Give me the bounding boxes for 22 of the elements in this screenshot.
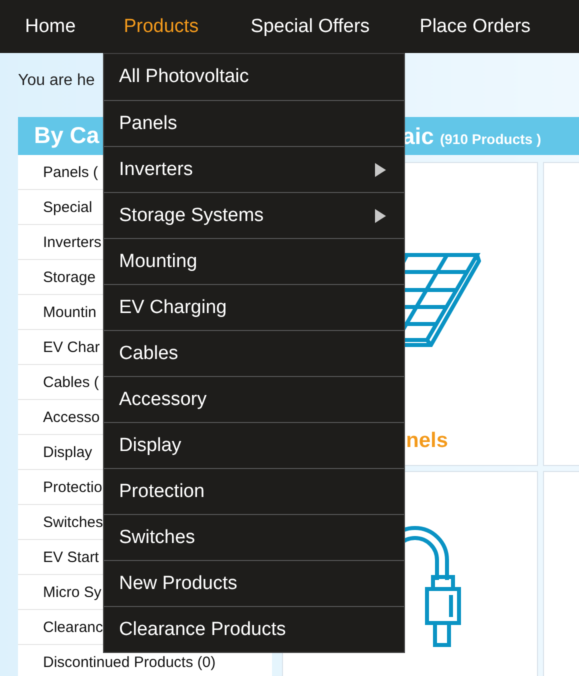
menu-item[interactable]: Switches — [104, 514, 404, 560]
nav-link[interactable]: Special Offers — [250, 16, 370, 38]
menu-item[interactable]: Storage Systems — [104, 192, 404, 238]
menu-item[interactable]: All Photovoltaic — [104, 54, 404, 100]
menu-item[interactable]: Clearance Products — [104, 606, 404, 652]
nav-link[interactable]: Home — [25, 16, 76, 38]
product-count: (910 Products ) — [440, 131, 542, 147]
menu-item[interactable]: EV Charging — [104, 284, 404, 330]
menu-item[interactable]: New Products — [104, 560, 404, 606]
submenu-arrow-icon — [375, 208, 386, 222]
menu-item[interactable]: Protection — [104, 468, 404, 514]
menu-item[interactable]: Display — [104, 422, 404, 468]
menu-item[interactable]: Accessory — [104, 376, 404, 422]
nav-link[interactable]: Place Orders — [420, 16, 531, 38]
menu-item[interactable]: Inverters — [104, 146, 404, 192]
breadcrumb-text: You are he — [18, 72, 95, 89]
nav-link[interactable]: Products — [124, 16, 199, 38]
menu-item[interactable]: Cables — [104, 330, 404, 376]
card-title: nels — [406, 429, 448, 453]
menu-item[interactable]: Panels — [104, 100, 404, 146]
submenu-arrow-icon — [375, 162, 386, 176]
menu-item[interactable]: Mounting — [104, 238, 404, 284]
